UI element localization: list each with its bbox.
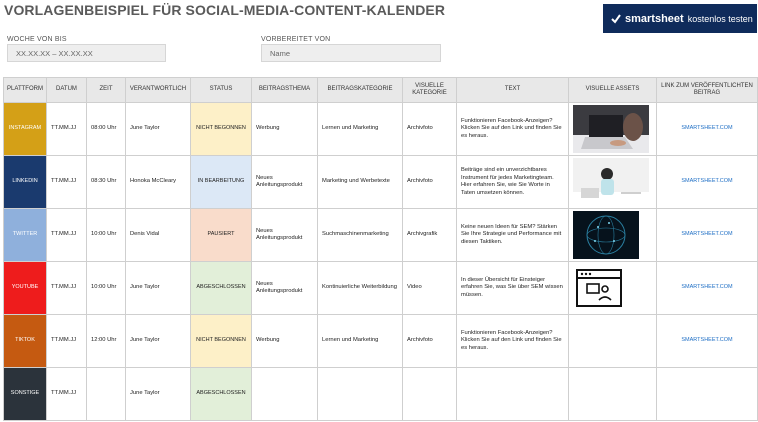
prepared-by-field[interactable]: Name: [261, 44, 441, 62]
text-cell: [456, 367, 569, 421]
asset-cell: [568, 261, 657, 315]
link-cell[interactable]: SMARTSHEET.COM: [656, 102, 758, 156]
globe-graphic-image: [573, 211, 652, 259]
week-field[interactable]: XX.XX.XX – XX.XX.XX: [7, 44, 166, 62]
time-cell: 10:00 Uhr: [86, 261, 126, 315]
owner-cell: June Taylor: [125, 261, 191, 315]
prepared-by-label: VORBEREITET VON: [261, 36, 331, 43]
status-cell: IN BEARBEITUNG: [190, 155, 252, 209]
owner-cell: June Taylor: [125, 367, 191, 421]
header-link: LINK ZUM VERÖFFENTLICHTEN BEITRAG: [656, 77, 758, 103]
time-cell: [86, 367, 126, 421]
status-cell: ABGESCHLOSSEN: [190, 367, 252, 421]
video-icon: [573, 264, 652, 312]
table-row: INSTAGRAM TT.MM.JJ 08:00 Uhr June Taylor NIC…: [3, 102, 758, 156]
status-cell: PAUSIERT: [190, 208, 252, 262]
woman-desk-photo-image: [573, 158, 652, 206]
page-title: VORLAGENBEISPIEL FÜR SOCIAL-MEDIA-CONTEN…: [4, 2, 446, 18]
time-cell: 08:00 Uhr: [86, 102, 126, 156]
date-cell: TT.MM.JJ: [46, 208, 87, 262]
owner-cell: Denis Vidal: [125, 208, 191, 262]
banner-brand: smartsheet: [625, 12, 684, 25]
table-row: YOUTUBE TT.MM.JJ 10:00 Uhr June Taylor ABGES…: [3, 261, 758, 315]
link-cell: [656, 367, 758, 421]
asset-cell: [568, 102, 657, 156]
platform-cell: TIKTOK: [3, 314, 47, 368]
header-visual-category: VISUELLE KATEGORIE: [402, 77, 457, 103]
header-topic: BEITRAGSTHEMA: [251, 77, 318, 103]
link-cell[interactable]: SMARTSHEET.COM: [656, 208, 758, 262]
time-cell: 10:00 Uhr: [86, 208, 126, 262]
owner-cell: June Taylor: [125, 102, 191, 156]
header-owner: VERANTWORTLICH: [125, 77, 191, 103]
banner-cta: kostenlos testen: [687, 13, 753, 24]
category-cell: [317, 367, 403, 421]
text-cell: Beiträge sind ein unverzichtbares Instru…: [456, 155, 569, 209]
platform-cell: INSTAGRAM: [3, 102, 47, 156]
smartsheet-logo-icon: [611, 13, 621, 24]
owner-cell: Honoka McCleary: [125, 155, 191, 209]
platform-cell: TWITTER: [3, 208, 47, 262]
platform-cell: LINKEDIN: [3, 155, 47, 209]
text-cell: Keine neuen Ideen für SEM? Stärken Sie I…: [456, 208, 569, 262]
link-cell[interactable]: SMARTSHEET.COM: [656, 261, 758, 315]
category-cell: Marketing und Werbetexte: [317, 155, 403, 209]
asset-cell: [568, 314, 657, 368]
asset-cell: [568, 367, 657, 421]
date-cell: TT.MM.JJ: [46, 261, 87, 315]
table-row: TWITTER TT.MM.JJ 10:00 Uhr Denis Vidal PAUSI…: [3, 208, 758, 262]
visual-category-cell: Archivfoto: [402, 102, 457, 156]
topic-cell: Werbung: [251, 314, 318, 368]
platform-cell: SONSTIGE: [3, 367, 47, 421]
topic-cell: Neues Anleitungsprodukt: [251, 208, 318, 262]
link-cell[interactable]: SMARTSHEET.COM: [656, 314, 758, 368]
visual-category-cell: Archivfoto: [402, 314, 457, 368]
category-cell: Lernen und Marketing: [317, 102, 403, 156]
visual-category-cell: Video: [402, 261, 457, 315]
topic-cell: Neues Anleitungsprodukt: [251, 261, 318, 315]
status-cell: NICHT BEGONNEN: [190, 314, 252, 368]
header-time: ZEIT: [86, 77, 126, 103]
owner-cell: June Taylor: [125, 314, 191, 368]
visual-category-cell: Archivgrafik: [402, 208, 457, 262]
category-cell: Kontinuierliche Weiterbildung: [317, 261, 403, 315]
status-cell: NICHT BEGONNEN: [190, 102, 252, 156]
week-label: WOCHE VON BIS: [7, 36, 67, 43]
topic-cell: Werbung: [251, 102, 318, 156]
header-status: STATUS: [190, 77, 252, 103]
time-cell: 12:00 Uhr: [86, 314, 126, 368]
header-platform: PLATTFORM: [3, 77, 47, 103]
topic-cell: [251, 367, 318, 421]
table-header-row: PLATTFORM DATUM ZEIT VERANTWORTLICH STAT…: [3, 77, 758, 103]
date-cell: TT.MM.JJ: [46, 102, 87, 156]
visual-category-cell: [402, 367, 457, 421]
table-row: SONSTIGE TT.MM.JJ June Taylor ABGESCHLOSSEN: [3, 367, 758, 421]
date-cell: TT.MM.JJ: [46, 314, 87, 368]
text-cell: Funktionieren Facebook-Anzeigen? Klicken…: [456, 314, 569, 368]
asset-cell: [568, 155, 657, 209]
status-cell: ABGESCHLOSSEN: [190, 261, 252, 315]
date-cell: TT.MM.JJ: [46, 367, 87, 421]
content-calendar-table: PLATTFORM DATUM ZEIT VERANTWORTLICH STAT…: [3, 77, 758, 421]
laptop-photo-image: [573, 105, 652, 153]
header-text: TEXT: [456, 77, 569, 103]
topic-cell: Neues Anleitungsprodukt: [251, 155, 318, 209]
asset-cell: [568, 208, 657, 262]
visual-category-cell: Archivfoto: [402, 155, 457, 209]
header-category: BEITRAGSKATEGORIE: [317, 77, 403, 103]
category-cell: Suchmaschinenmarketing: [317, 208, 403, 262]
time-cell: 08:30 Uhr: [86, 155, 126, 209]
header-visual-assets: VISUELLE ASSETS: [568, 77, 657, 103]
link-cell[interactable]: SMARTSHEET.COM: [656, 155, 758, 209]
table-row: TIKTOK TT.MM.JJ 12:00 Uhr June Taylor NICHT …: [3, 314, 758, 368]
text-cell: Funktionieren Facebook-Anzeigen? Klicken…: [456, 102, 569, 156]
smartsheet-trial-banner[interactable]: smartsheet kostenlos testen: [603, 4, 757, 33]
header-date: DATUM: [46, 77, 87, 103]
platform-cell: YOUTUBE: [3, 261, 47, 315]
category-cell: Lernen und Marketing: [317, 314, 403, 368]
date-cell: TT.MM.JJ: [46, 155, 87, 209]
text-cell: In dieser Übersicht für Einsteiger erfah…: [456, 261, 569, 315]
table-row: LINKEDIN TT.MM.JJ 08:30 Uhr Honoka McCleary…: [3, 155, 758, 209]
